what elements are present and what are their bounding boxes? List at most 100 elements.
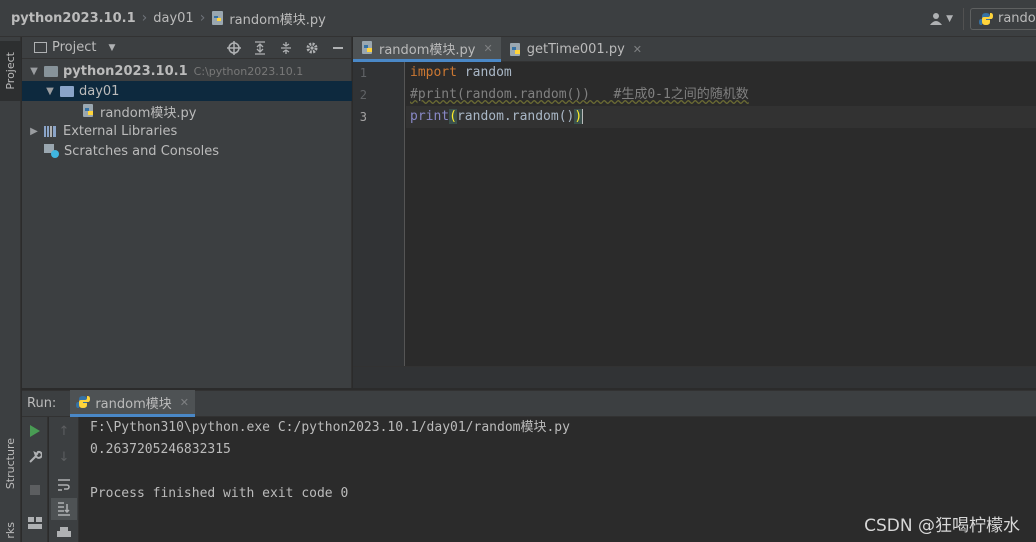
breadcrumb-project[interactable]: python2023.10.1 xyxy=(11,0,136,37)
project-view-selector[interactable]: Project xyxy=(52,40,96,55)
locate-file-button[interactable] xyxy=(221,37,247,59)
tab-label: getTime001.py xyxy=(526,42,625,57)
arrow-down-icon: ↓ xyxy=(58,449,70,465)
close-icon[interactable]: ✕ xyxy=(484,42,493,55)
text-cursor xyxy=(582,109,584,124)
rerun-button[interactable] xyxy=(22,420,48,442)
external-libraries-label: External Libraries xyxy=(63,123,178,139)
python-file-icon xyxy=(362,41,372,54)
breadcrumb-folder[interactable]: day01 xyxy=(153,0,193,37)
stop-button[interactable] xyxy=(22,479,48,501)
tree-item-scratches[interactable]: Scratches and Consoles xyxy=(22,141,352,161)
scroll-to-end-icon xyxy=(58,502,70,516)
crosshair-icon xyxy=(227,41,241,55)
close-icon[interactable]: ✕ xyxy=(180,396,189,409)
collapse-all-button[interactable] xyxy=(273,37,299,59)
chevron-right-icon[interactable]: ▶ xyxy=(28,126,40,137)
line-number: 1 xyxy=(359,66,367,80)
gear-icon xyxy=(306,42,318,54)
console-line: F:\Python310\python.exe C:/python2023.10… xyxy=(90,420,570,435)
structure-tool-tab[interactable]: Structure xyxy=(0,434,21,494)
layout-icon xyxy=(28,517,42,529)
run-tab[interactable]: random模块 ✕ xyxy=(70,390,195,417)
python-icon xyxy=(979,12,993,25)
tab-gettime001[interactable]: getTime001.py ✕ xyxy=(501,37,650,62)
chevron-down-icon[interactable]: ▼ xyxy=(28,66,40,77)
tree-item-file[interactable]: random模块.py xyxy=(22,101,352,121)
project-root-path: C:\python2023.10.1 xyxy=(193,64,304,78)
layout-button[interactable] xyxy=(22,512,48,534)
matched-paren: ( xyxy=(449,109,457,124)
matched-paren: ) xyxy=(574,109,583,124)
scroll-to-end-button[interactable] xyxy=(51,498,77,520)
project-panel-header: Project ▼ xyxy=(22,37,351,59)
code-line-current[interactable]: print(random.random()) xyxy=(406,106,1036,128)
run-label: Run: xyxy=(27,396,57,411)
watermark-text: CSDN @狂喝柠檬水 xyxy=(864,516,1020,536)
breadcrumb-project-label: python2023.10.1 xyxy=(11,10,136,26)
breadcrumb-separator-icon: › xyxy=(141,10,148,26)
soft-wrap-button[interactable] xyxy=(51,474,77,496)
bookmarks-tool-tab[interactable]: rks xyxy=(0,519,21,542)
expand-all-button[interactable] xyxy=(247,37,273,59)
console-line: Process finished with exit code 0 xyxy=(90,486,349,501)
arrow-up-icon: ↑ xyxy=(58,423,70,439)
print-button[interactable] xyxy=(51,522,77,542)
editor-footer xyxy=(353,366,1036,388)
tree-item-external-libraries[interactable]: ▶ External Libraries xyxy=(22,121,352,141)
code-text: random xyxy=(456,65,512,80)
code-text: random.random() xyxy=(456,109,575,124)
user-icon xyxy=(930,12,943,25)
run-configuration-label: rando xyxy=(998,11,1036,26)
code-line[interactable]: #print(random.random()) #生成0-1之间的随机数 xyxy=(406,84,1036,106)
breadcrumb-separator-icon: › xyxy=(199,10,206,26)
builtin-print: print xyxy=(410,109,450,124)
edit-configuration-button[interactable] xyxy=(22,446,48,468)
folder-label: day01 xyxy=(79,83,120,99)
python-file-icon xyxy=(212,11,224,25)
code-editor[interactable]: import random #print(random.random()) #生… xyxy=(406,62,1036,366)
account-button[interactable]: ▼ xyxy=(929,12,953,26)
folder-icon xyxy=(34,42,47,53)
tab-label: random模块.py xyxy=(379,42,476,58)
project-tool-tab[interactable]: Project xyxy=(0,41,21,101)
scroll-down-button[interactable]: ↓ xyxy=(51,446,77,468)
printer-icon xyxy=(57,527,71,537)
breadcrumb-file[interactable]: random模块.py xyxy=(211,0,326,37)
project-root-label: python2023.10.1 xyxy=(63,63,188,79)
collapse-all-icon xyxy=(281,42,291,54)
keyword-import: import xyxy=(410,65,457,80)
settings-button[interactable] xyxy=(299,37,325,59)
close-icon[interactable]: ✕ xyxy=(633,43,642,56)
run-panel-header: Run: random模块 ✕ xyxy=(22,390,1036,417)
console-line: 0.2637205246832315 xyxy=(90,442,231,457)
code-line[interactable]: import random xyxy=(406,62,1036,84)
chevron-down-icon[interactable]: ▼ xyxy=(44,86,56,97)
python-icon xyxy=(76,396,91,408)
python-file-icon xyxy=(509,42,520,56)
chevron-down-icon[interactable]: ▼ xyxy=(108,43,115,53)
wrench-icon xyxy=(29,450,42,463)
stop-icon xyxy=(30,485,40,495)
run-toolbar-secondary: ↑ ↓ xyxy=(49,417,79,542)
line-number: 3 xyxy=(359,110,367,124)
bookmarks-tool-tab-label: rks xyxy=(4,522,17,539)
python-file-icon xyxy=(83,104,93,117)
tab-random-module[interactable]: random模块.py ✕ xyxy=(353,37,501,62)
line-number-gutter: 1 2 3 xyxy=(353,62,405,366)
run-configuration-selector[interactable]: rando xyxy=(970,7,1036,30)
project-panel: Project ▼ ▼ python2023.10.1 C:\python202… xyxy=(22,37,352,388)
scroll-up-button[interactable]: ↑ xyxy=(51,420,77,442)
folder-icon xyxy=(60,85,74,97)
library-icon xyxy=(44,126,56,137)
soft-wrap-icon xyxy=(58,479,70,491)
expand-all-icon xyxy=(255,41,265,55)
file-label: random模块.py xyxy=(100,105,197,121)
scratches-icon xyxy=(44,144,59,158)
tree-item-folder-day01[interactable]: ▼ day01 xyxy=(22,81,352,101)
run-toolbar-primary xyxy=(22,417,48,542)
hide-panel-button[interactable] xyxy=(325,37,351,59)
tree-item-project-root[interactable]: ▼ python2023.10.1 C:\python2023.10.1 xyxy=(22,61,352,81)
minimize-icon xyxy=(333,47,343,49)
toolbar-divider xyxy=(963,7,964,30)
